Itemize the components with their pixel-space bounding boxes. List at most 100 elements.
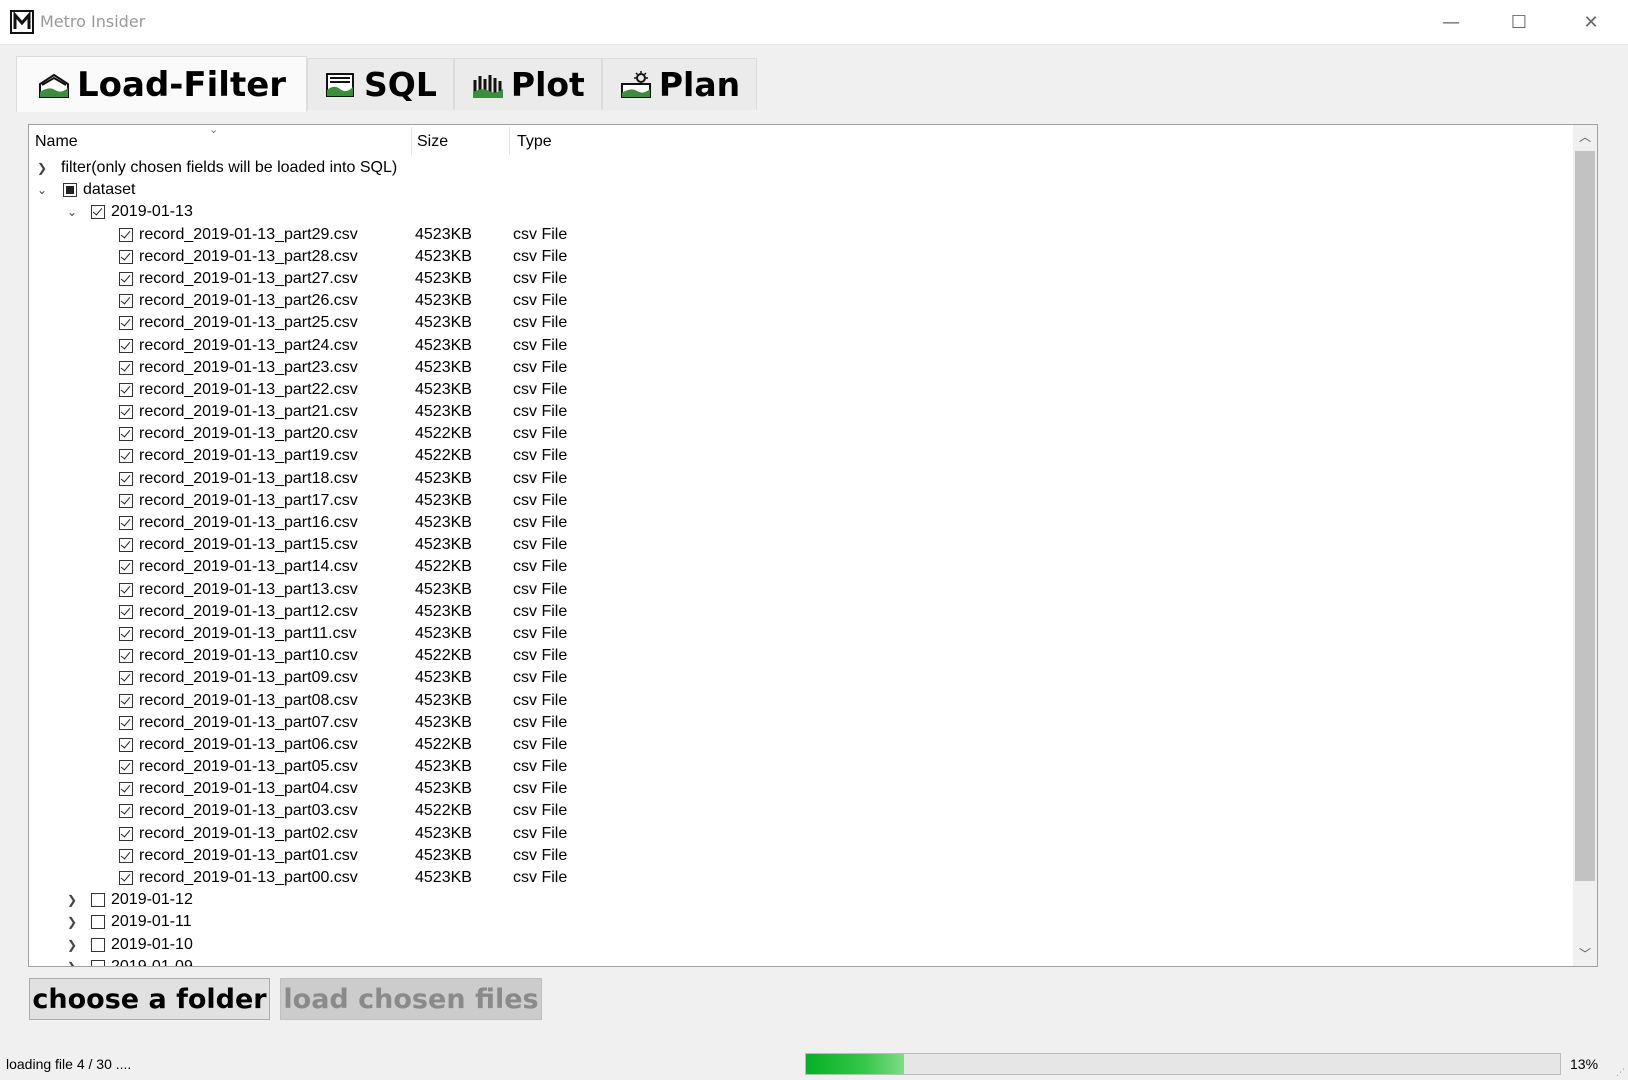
file-row[interactable]: record_2019-01-13_part01.csv 4523KB csv Fi… bbox=[29, 845, 1573, 867]
scroll-up-icon[interactable]: ︿ bbox=[1573, 125, 1597, 149]
folder-checkbox[interactable] bbox=[91, 893, 105, 908]
tree-item-folder-expanded[interactable]: ⌄ 2019-01-13 bbox=[29, 201, 1573, 223]
folder-checkbox[interactable] bbox=[91, 915, 105, 930]
file-row[interactable]: record_2019-01-13_part16.csv 4523KB csv Fi… bbox=[29, 512, 1573, 534]
file-row[interactable]: record_2019-01-13_part02.csv 4523KB csv Fi… bbox=[29, 823, 1573, 845]
file-row[interactable]: record_2019-01-13_part07.csv 4523KB csv Fi… bbox=[29, 712, 1573, 734]
file-checkbox[interactable] bbox=[119, 427, 133, 442]
file-checkbox[interactable] bbox=[119, 360, 133, 375]
column-divider[interactable] bbox=[509, 127, 510, 155]
chevron-down-icon[interactable]: ⌄ bbox=[35, 179, 49, 201]
tree-item-dataset[interactable]: ⌄ dataset bbox=[29, 179, 1573, 201]
column-header-size[interactable]: Size bbox=[417, 133, 448, 151]
tab-plan[interactable]: Plan bbox=[601, 58, 758, 110]
resize-grip-icon[interactable]: ⋰ bbox=[1616, 1068, 1626, 1078]
file-row[interactable]: record_2019-01-13_part28.csv 4523KB csv Fi… bbox=[29, 246, 1573, 268]
file-checkbox[interactable] bbox=[119, 382, 133, 397]
tree-item-folder[interactable]: ❯ 2019-01-09 bbox=[29, 956, 1573, 966]
file-checkbox[interactable] bbox=[119, 782, 133, 797]
scrollbar-thumb[interactable] bbox=[1575, 151, 1595, 881]
file-checkbox[interactable] bbox=[119, 737, 133, 752]
file-row[interactable]: record_2019-01-13_part24.csv 4523KB csv Fi… bbox=[29, 335, 1573, 357]
file-row[interactable]: record_2019-01-13_part19.csv 4522KB csv Fi… bbox=[29, 445, 1573, 467]
file-row[interactable]: record_2019-01-13_part21.csv 4523KB csv Fi… bbox=[29, 401, 1573, 423]
file-checkbox[interactable] bbox=[119, 760, 133, 775]
file-checkbox[interactable] bbox=[119, 604, 133, 619]
maximize-button[interactable]: ☐ bbox=[1488, 0, 1550, 44]
file-checkbox[interactable] bbox=[119, 582, 133, 597]
file-checkbox[interactable] bbox=[119, 227, 133, 242]
file-row[interactable]: record_2019-01-13_part29.csv 4523KB csv Fi… bbox=[29, 224, 1573, 246]
file-row[interactable]: record_2019-01-13_part27.csv 4523KB csv Fi… bbox=[29, 268, 1573, 290]
column-header-name[interactable]: Name bbox=[35, 133, 78, 151]
file-checkbox[interactable] bbox=[119, 848, 133, 863]
scroll-down-icon[interactable]: ﹀ bbox=[1573, 942, 1597, 966]
file-row[interactable]: record_2019-01-13_part26.csv 4523KB csv Fi… bbox=[29, 290, 1573, 312]
file-row[interactable]: record_2019-01-13_part13.csv 4523KB csv Fi… bbox=[29, 579, 1573, 601]
file-checkbox[interactable] bbox=[119, 271, 133, 286]
file-checkbox[interactable] bbox=[119, 493, 133, 508]
file-checkbox[interactable] bbox=[119, 449, 133, 464]
chevron-right-icon[interactable]: ❯ bbox=[65, 934, 79, 956]
chevron-right-icon[interactable]: ❯ bbox=[65, 911, 79, 933]
close-button[interactable]: ✕ bbox=[1560, 0, 1622, 44]
file-checkbox[interactable] bbox=[119, 871, 133, 885]
file-checkbox[interactable] bbox=[119, 471, 133, 486]
load-chosen-files-button[interactable]: load chosen files bbox=[280, 978, 542, 1020]
file-checkbox[interactable] bbox=[119, 693, 133, 708]
file-checkbox[interactable] bbox=[119, 249, 133, 264]
file-row[interactable]: record_2019-01-13_part10.csv 4522KB csv Fi… bbox=[29, 645, 1573, 667]
file-checkbox[interactable] bbox=[119, 316, 133, 331]
file-row[interactable]: record_2019-01-13_part09.csv 4523KB csv Fi… bbox=[29, 667, 1573, 689]
file-checkbox[interactable] bbox=[119, 626, 133, 641]
file-checkbox[interactable] bbox=[119, 715, 133, 730]
tab-sql[interactable]: SQL bbox=[307, 58, 454, 110]
folder-checkbox[interactable] bbox=[91, 959, 105, 966]
file-row[interactable]: record_2019-01-13_part08.csv 4523KB csv Fi… bbox=[29, 690, 1573, 712]
chevron-right-icon[interactable]: ❯ bbox=[35, 157, 49, 179]
file-row[interactable]: record_2019-01-13_part25.csv 4523KB csv Fi… bbox=[29, 312, 1573, 334]
tree-item-filter[interactable]: ❯ filter(only chosen fields will be load… bbox=[29, 157, 1573, 179]
column-divider[interactable] bbox=[411, 127, 412, 155]
file-checkbox[interactable] bbox=[119, 649, 133, 664]
tab-load-filter[interactable]: Load-Filter bbox=[16, 56, 308, 112]
file-row[interactable]: record_2019-01-13_part22.csv 4523KB csv Fi… bbox=[29, 379, 1573, 401]
file-checkbox[interactable] bbox=[119, 405, 133, 420]
file-row[interactable]: record_2019-01-13_part20.csv 4522KB csv Fi… bbox=[29, 423, 1573, 445]
tab-plot[interactable]: Plot bbox=[453, 58, 602, 110]
file-row[interactable]: record_2019-01-13_part15.csv 4523KB csv Fi… bbox=[29, 534, 1573, 556]
file-row[interactable]: record_2019-01-13_part23.csv 4523KB csv Fi… bbox=[29, 357, 1573, 379]
file-checkbox[interactable] bbox=[119, 804, 133, 819]
file-row[interactable]: record_2019-01-13_part12.csv 4523KB csv Fi… bbox=[29, 601, 1573, 623]
folder-checkbox[interactable] bbox=[91, 205, 105, 220]
column-header-type[interactable]: Type bbox=[517, 133, 552, 151]
tree-item-folder[interactable]: ❯ 2019-01-10 bbox=[29, 934, 1573, 956]
dataset-checkbox[interactable] bbox=[63, 183, 77, 198]
minimize-button[interactable]: — bbox=[1420, 0, 1482, 44]
file-checkbox[interactable] bbox=[119, 826, 133, 841]
chevron-right-icon[interactable]: ❯ bbox=[65, 889, 79, 911]
file-row[interactable]: record_2019-01-13_part14.csv 4522KB csv Fi… bbox=[29, 556, 1573, 578]
folder-checkbox[interactable] bbox=[91, 937, 105, 952]
file-checkbox[interactable] bbox=[119, 560, 133, 575]
file-row[interactable]: record_2019-01-13_part04.csv 4523KB csv Fi… bbox=[29, 778, 1573, 800]
file-checkbox[interactable] bbox=[119, 294, 133, 309]
file-row[interactable]: record_2019-01-13_part18.csv 4523KB csv Fi… bbox=[29, 468, 1573, 490]
file-row[interactable]: record_2019-01-13_part03.csv 4522KB csv Fi… bbox=[29, 800, 1573, 822]
file-tree-view[interactable]: ⌄ Name Size Type ❯ filter(only chosen fi… bbox=[28, 124, 1598, 967]
file-row[interactable]: record_2019-01-13_part11.csv 4523KB csv Fi… bbox=[29, 623, 1573, 645]
chevron-right-icon[interactable]: ❯ bbox=[65, 956, 79, 966]
file-checkbox[interactable] bbox=[119, 516, 133, 530]
choose-folder-button[interactable]: choose a folder bbox=[29, 978, 270, 1020]
vertical-scrollbar[interactable]: ︿ ﹀ bbox=[1573, 125, 1597, 966]
file-row[interactable]: record_2019-01-13_part05.csv 4523KB csv Fi… bbox=[29, 756, 1573, 778]
file-checkbox[interactable] bbox=[119, 671, 133, 686]
file-row[interactable]: record_2019-01-13_part17.csv 4523KB csv Fi… bbox=[29, 490, 1573, 512]
tree-item-folder[interactable]: ❯ 2019-01-12 bbox=[29, 889, 1573, 911]
chevron-down-icon[interactable]: ⌄ bbox=[65, 201, 79, 223]
file-row[interactable]: record_2019-01-13_part00.csv 4523KB csv Fi… bbox=[29, 867, 1573, 889]
file-checkbox[interactable] bbox=[119, 538, 133, 553]
tree-item-folder[interactable]: ❯ 2019-01-11 bbox=[29, 911, 1573, 933]
file-row[interactable]: record_2019-01-13_part06.csv 4522KB csv Fi… bbox=[29, 734, 1573, 756]
file-checkbox[interactable] bbox=[119, 338, 133, 353]
